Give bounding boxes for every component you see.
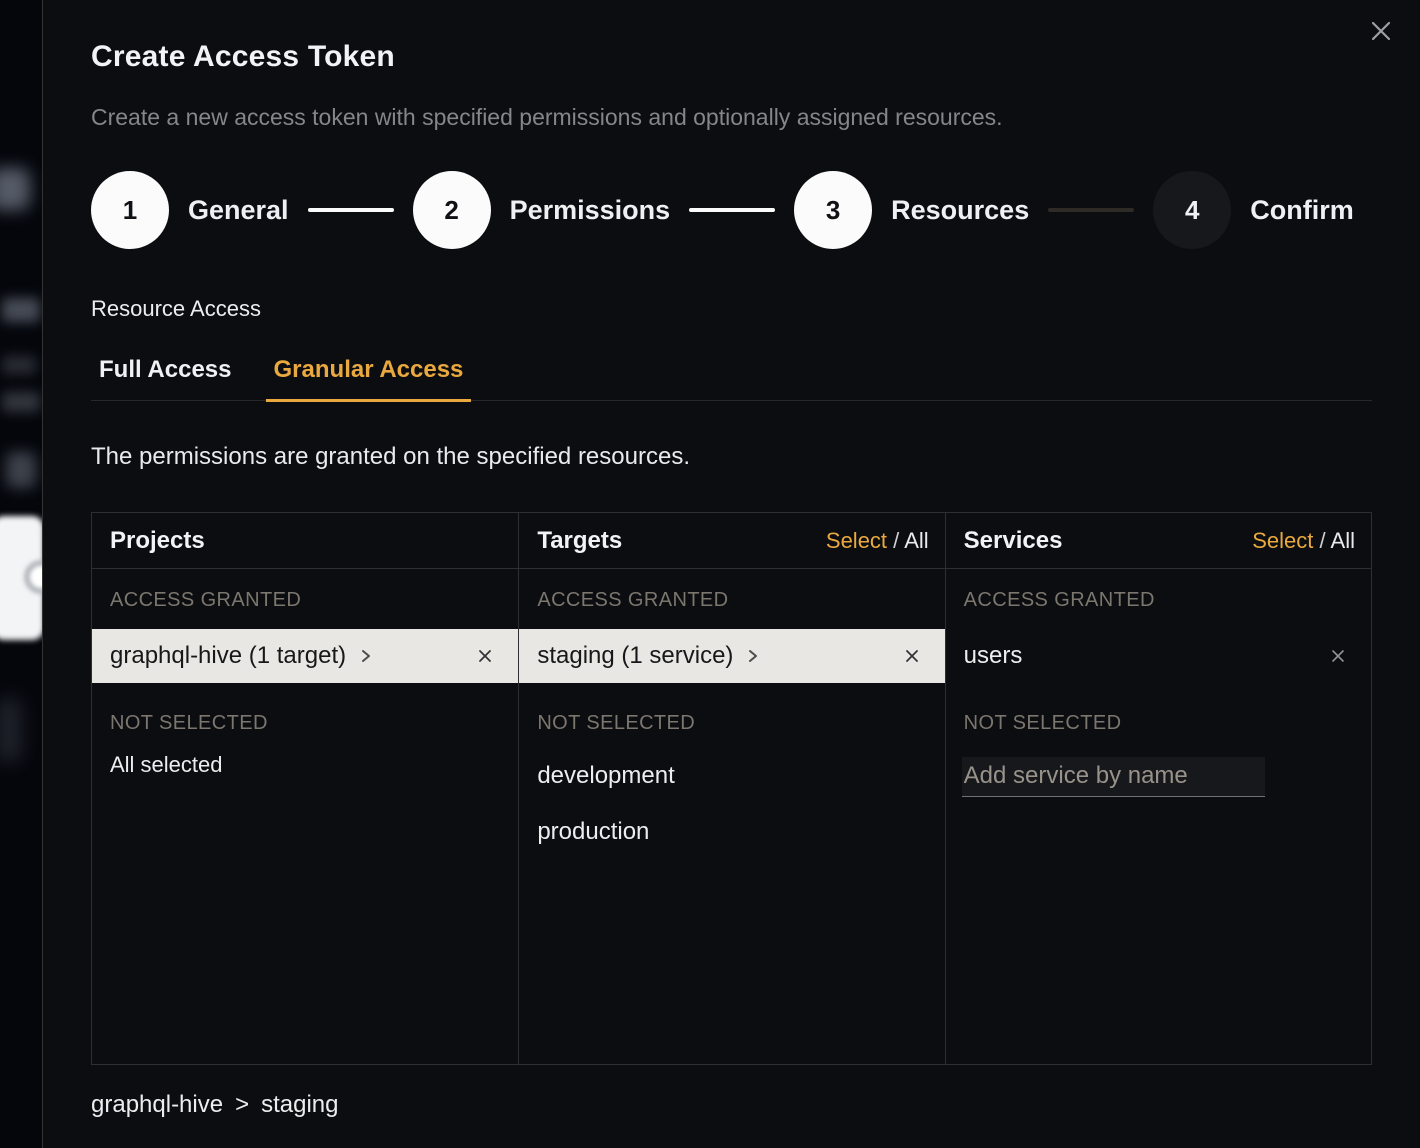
services-column: Services Select / All ACCESS GRANTED use… xyxy=(945,513,1371,1064)
access-granted-label: ACCESS GRANTED xyxy=(964,589,1353,612)
granted-target-label: staging (1 service) xyxy=(537,642,733,670)
granted-project-label: graphql-hive (1 target) xyxy=(110,642,346,670)
projects-column: Projects ACCESS GRANTED graphql-hive (1 … xyxy=(92,513,518,1064)
access-mode-tabs: Full Access Granular Access xyxy=(91,356,1372,401)
services-title: Services xyxy=(964,527,1063,555)
x-icon xyxy=(903,647,921,665)
services-select-link[interactable]: Select xyxy=(1252,528,1313,553)
step-connector xyxy=(689,208,775,212)
targets-title: Targets xyxy=(537,527,622,555)
remove-target-button[interactable] xyxy=(901,645,923,667)
target-item-production[interactable]: production xyxy=(519,804,944,860)
blurred-background-icon xyxy=(6,452,36,488)
blurred-background-text xyxy=(2,298,40,322)
step-1-label: General xyxy=(188,195,289,226)
background-page-strip xyxy=(0,0,42,1148)
select-all-separator: / xyxy=(893,528,899,553)
step-4-circle: 4 xyxy=(1153,171,1231,249)
select-all-separator: / xyxy=(1320,528,1326,553)
services-select-all: Select / All xyxy=(1252,528,1355,554)
blurred-background-blob xyxy=(0,168,30,210)
target-item-development[interactable]: development xyxy=(519,748,944,804)
not-selected-label: NOT SELECTED xyxy=(964,712,1353,735)
all-selected-note: All selected xyxy=(110,752,500,778)
access-granted-label: ACCESS GRANTED xyxy=(537,589,926,612)
targets-column: Targets Select / All ACCESS GRANTED stag… xyxy=(518,513,944,1064)
dialog-subtitle: Create a new access token with specified… xyxy=(91,104,1372,131)
step-confirm[interactable]: 4 Confirm xyxy=(1153,171,1354,249)
step-2-label: Permissions xyxy=(510,195,671,226)
tab-full-access[interactable]: Full Access xyxy=(91,356,240,402)
granted-service-row[interactable]: users xyxy=(946,629,1371,683)
x-icon xyxy=(1369,19,1393,43)
breadcrumb-separator: > xyxy=(235,1091,249,1119)
blurred-background-blob xyxy=(0,698,22,762)
granted-target-row[interactable]: staging (1 service) xyxy=(519,629,944,683)
step-resources[interactable]: 3 Resources xyxy=(794,171,1029,249)
services-all-link[interactable]: All xyxy=(1331,528,1355,553)
dialog-title: Create Access Token xyxy=(91,40,1372,74)
add-service-input[interactable] xyxy=(962,757,1265,797)
picker-description: The permissions are granted on the speci… xyxy=(91,443,1372,471)
target-items: development production xyxy=(519,748,944,860)
access-granted-label: ACCESS GRANTED xyxy=(110,589,500,612)
x-icon xyxy=(476,647,494,665)
step-2-circle: 2 xyxy=(413,171,491,249)
targets-select-all: Select / All xyxy=(826,528,929,554)
step-connector xyxy=(1048,208,1134,212)
create-access-token-dialog: Create Access Token Create a new access … xyxy=(42,0,1420,1148)
wizard-stepper: 1 General 2 Permissions 3 Resources 4 Co… xyxy=(91,171,1372,249)
breadcrumb: graphql-hive > staging xyxy=(91,1091,1372,1119)
step-1-circle: 1 xyxy=(91,171,169,249)
remove-project-button[interactable] xyxy=(474,645,496,667)
granted-project-row[interactable]: graphql-hive (1 target) xyxy=(92,629,518,683)
projects-title: Projects xyxy=(110,527,205,555)
services-column-header: Services Select / All xyxy=(946,513,1371,569)
close-button[interactable] xyxy=(1368,18,1394,44)
not-selected-label: NOT SELECTED xyxy=(537,712,926,735)
projects-column-header: Projects xyxy=(92,513,518,569)
targets-select-link[interactable]: Select xyxy=(826,528,887,553)
x-icon xyxy=(1329,647,1347,665)
step-4-label: Confirm xyxy=(1250,195,1354,226)
breadcrumb-project[interactable]: graphql-hive xyxy=(91,1091,223,1119)
remove-service-button[interactable] xyxy=(1327,645,1349,667)
step-permissions[interactable]: 2 Permissions xyxy=(413,171,671,249)
breadcrumb-target[interactable]: staging xyxy=(261,1091,338,1119)
not-selected-label: NOT SELECTED xyxy=(110,712,500,735)
step-general[interactable]: 1 General xyxy=(91,171,289,249)
step-connector xyxy=(308,208,394,212)
targets-column-header: Targets Select / All xyxy=(519,513,944,569)
chevron-right-icon xyxy=(745,648,761,664)
step-3-circle: 3 xyxy=(794,171,872,249)
step-3-label: Resources xyxy=(891,195,1029,226)
granted-service-label: users xyxy=(964,642,1023,670)
resource-picker: Projects ACCESS GRANTED graphql-hive (1 … xyxy=(91,512,1372,1065)
blurred-background-text xyxy=(2,392,40,412)
chevron-right-icon xyxy=(358,648,374,664)
tab-granular-access[interactable]: Granular Access xyxy=(266,356,472,402)
resource-access-heading: Resource Access xyxy=(91,296,1372,322)
targets-all-link[interactable]: All xyxy=(904,528,928,553)
blurred-background-text xyxy=(2,356,36,374)
